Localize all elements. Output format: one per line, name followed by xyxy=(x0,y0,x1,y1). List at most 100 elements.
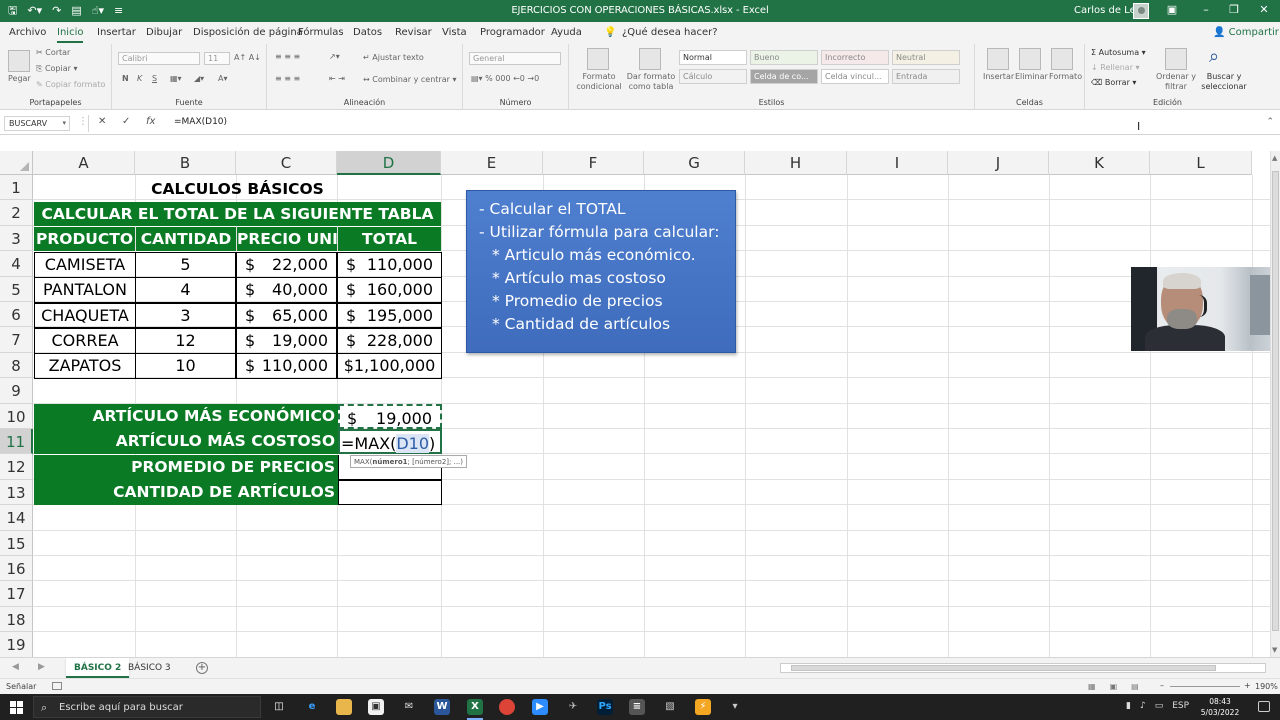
tab-programador[interactable]: Programador xyxy=(480,27,545,38)
taskbar-search[interactable]: ⌕ Escribe aquí para buscar xyxy=(33,696,261,718)
network-icon[interactable]: ▮ xyxy=(1126,701,1131,711)
sheet-tab-basico3[interactable]: BÁSICO 3 xyxy=(120,658,179,678)
find-icon[interactable]: ⌕ xyxy=(1209,46,1219,67)
row-header[interactable]: 2 xyxy=(0,200,33,226)
paste-button[interactable]: Pegar xyxy=(8,74,31,83)
underline-button[interactable]: S xyxy=(152,74,157,83)
zoom-slider[interactable] xyxy=(1170,686,1240,687)
font-grow-icon[interactable]: A↑ A↓ xyxy=(234,53,261,62)
column-header[interactable]: G xyxy=(644,151,745,175)
total-cell[interactable]: $228,000 xyxy=(337,327,442,354)
select-all-corner[interactable] xyxy=(0,151,33,175)
column-header[interactable]: H xyxy=(745,151,847,175)
total-cell[interactable]: $160,000 xyxy=(337,277,442,304)
task-view-icon[interactable]: ◫ xyxy=(271,699,287,715)
total-cell[interactable]: $110,000 xyxy=(337,252,442,278)
format-cells-button[interactable]: Formato xyxy=(1049,72,1082,81)
total-cell[interactable]: $1,100,000 xyxy=(337,353,442,379)
edge-icon[interactable]: e xyxy=(304,699,320,715)
indent-icon[interactable]: ⇤ ⇥ xyxy=(329,74,345,83)
row-header[interactable]: 4 xyxy=(0,251,33,277)
column-header[interactable]: D xyxy=(337,151,441,175)
row-header[interactable]: 19 xyxy=(0,632,33,657)
vertical-scroll-thumb[interactable] xyxy=(1272,171,1279,631)
style-calculation[interactable]: Cálculo xyxy=(679,69,747,84)
row-header[interactable]: 7 xyxy=(0,327,33,353)
vertical-scrollbar[interactable]: ▲ ▼ xyxy=(1270,151,1280,657)
header-total[interactable]: TOTAL xyxy=(338,227,441,251)
share-button[interactable]: 👤 Compartir xyxy=(1213,27,1279,38)
price-cell[interactable]: $40,000 xyxy=(236,277,337,304)
insert-cells-icon[interactable] xyxy=(987,48,1009,70)
instructions-textbox[interactable]: - Calcular el TOTAL - Utilizar fórmula p… xyxy=(466,190,736,353)
row-header[interactable]: 15 xyxy=(0,530,33,556)
quantity-cell[interactable]: 10 xyxy=(135,353,236,379)
zoom-in-icon[interactable]: + xyxy=(1244,681,1251,690)
font-name-select[interactable]: Calibri xyxy=(118,52,200,65)
column-header[interactable]: A xyxy=(33,151,135,175)
tab-vista[interactable]: Vista xyxy=(442,27,467,38)
row-header[interactable]: 16 xyxy=(0,556,33,582)
italic-button[interactable]: K xyxy=(137,74,142,83)
font-size-select[interactable]: 11 xyxy=(204,52,230,65)
copy-button[interactable]: ⎘ Copiar ▾ xyxy=(36,64,78,74)
align-top-icon[interactable]: ≡ ≡ ≡ xyxy=(275,52,300,61)
product-cell[interactable]: CHAQUETA xyxy=(34,302,136,329)
format-as-table-icon[interactable] xyxy=(639,48,661,70)
excel-icon[interactable]: X xyxy=(467,699,483,720)
accounting-icon[interactable]: ▤▾ % 000 ←0 →0 xyxy=(471,74,539,83)
label-costliest[interactable]: ARTÍCULO MÁS COSTOSO xyxy=(34,429,338,454)
number-format-select[interactable]: General xyxy=(469,52,561,65)
column-header[interactable]: K xyxy=(1049,151,1150,175)
sort-filter-icon[interactable] xyxy=(1165,48,1187,70)
tab-disposicion[interactable]: Disposición de página xyxy=(193,27,303,38)
conditional-format-icon[interactable] xyxy=(587,48,609,70)
cut-button[interactable]: ✂ Cortar xyxy=(36,48,70,57)
label-cheapest[interactable]: ARTÍCULO MÁS ECONÓMICO xyxy=(34,404,338,429)
column-header[interactable]: C xyxy=(236,151,337,175)
bold-button[interactable]: N xyxy=(122,74,129,83)
fill-color-icon[interactable]: ◢▾ xyxy=(194,74,204,83)
prev-sheet-icon[interactable]: ◀ xyxy=(12,662,19,672)
next-sheet-icon[interactable]: ▶ xyxy=(38,662,45,672)
scroll-down-icon[interactable]: ▼ xyxy=(1272,646,1277,654)
row-header[interactable]: 6 xyxy=(0,302,33,328)
column-header[interactable]: B xyxy=(135,151,236,175)
merge-center-button[interactable]: ↔ Combinar y centrar ▾ xyxy=(363,75,456,84)
style-good[interactable]: Bueno xyxy=(750,50,818,65)
calculator-icon[interactable]: ≡ xyxy=(629,699,645,715)
normal-view-icon[interactable]: ▦ xyxy=(1088,682,1096,691)
formula-input[interactable]: =MAX(D10) xyxy=(174,117,227,127)
quantity-cell[interactable]: 12 xyxy=(135,327,236,354)
page-break-icon[interactable]: ▤ xyxy=(1131,682,1139,691)
total-cell[interactable]: $195,000 xyxy=(337,302,442,329)
conditional-format-button[interactable]: Formato condicional xyxy=(573,72,625,92)
style-check-cell[interactable]: Celda de co... xyxy=(750,69,818,84)
wrap-text-button[interactable]: ↵ Ajustar texto xyxy=(363,53,424,62)
language-indicator[interactable]: ESP xyxy=(1172,701,1189,711)
app-icon[interactable]: ⚡ xyxy=(695,699,711,715)
orientation-icon[interactable]: ↗▾ xyxy=(329,52,340,61)
app-icon[interactable]: ▾ xyxy=(727,699,743,715)
delete-cells-button[interactable]: Eliminar xyxy=(1015,72,1048,81)
font-color-icon[interactable]: A▾ xyxy=(218,74,228,83)
product-cell[interactable]: ZAPATOS xyxy=(34,353,136,379)
page-layout-icon[interactable]: ▣ xyxy=(1110,682,1118,691)
format-painter-button[interactable]: ✎ Copiar formato xyxy=(36,80,105,89)
header-producto[interactable]: PRODUCTO xyxy=(34,227,135,251)
insert-cells-button[interactable]: Insertar xyxy=(983,72,1014,81)
product-cell[interactable]: PANTALON xyxy=(34,277,136,304)
column-header[interactable]: L xyxy=(1150,151,1252,175)
notifications-icon[interactable] xyxy=(1258,701,1270,712)
quantity-cell[interactable]: 4 xyxy=(135,277,236,304)
app-icon[interactable]: ✈ xyxy=(565,699,581,715)
label-count[interactable]: CANTIDAD DE ARTÍCULOS xyxy=(34,480,338,505)
word-icon[interactable]: W xyxy=(434,699,450,715)
row-header[interactable]: 14 xyxy=(0,505,33,531)
mail-icon[interactable]: ✉ xyxy=(401,699,417,715)
row-header[interactable]: 5 xyxy=(0,276,33,302)
zoom-out-icon[interactable]: – xyxy=(1160,681,1164,690)
ribbon-display-icon[interactable]: ▣ xyxy=(1162,3,1182,16)
column-header[interactable]: F xyxy=(543,151,644,175)
row-header[interactable]: 3 xyxy=(0,225,33,252)
